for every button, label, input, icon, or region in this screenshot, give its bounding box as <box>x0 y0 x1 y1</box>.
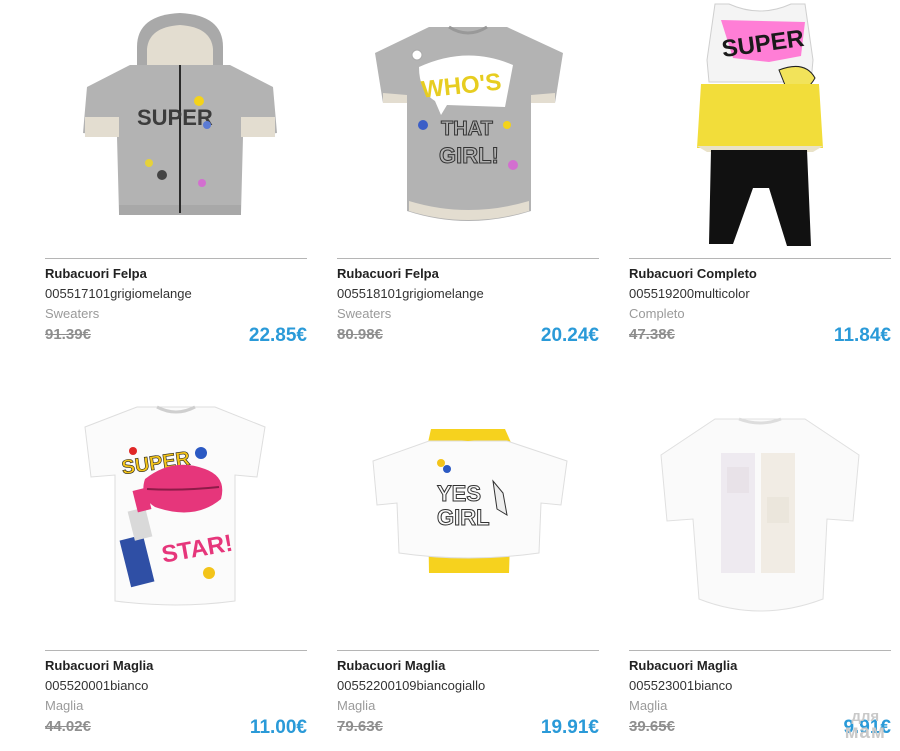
product-card[interactable]: WHO'S THAT GIRL! Rubacuori Felpa 0055181… <box>337 0 599 360</box>
product-image-lips-tshirt[interactable]: SUPER STAR! <box>45 397 307 647</box>
current-price: 11.00€ <box>249 717 307 738</box>
product-brand[interactable]: Rubacuori Maglia <box>45 658 153 673</box>
product-code: 005523001bianco <box>629 678 733 693</box>
product-code: 005520001bianco <box>45 678 149 693</box>
old-price: 47.38€ <box>629 326 675 343</box>
divider <box>45 650 307 651</box>
old-price: 44.02€ <box>45 718 91 735</box>
product-code: 00552200109biancogiallo <box>337 678 486 693</box>
product-brand[interactable]: Rubacuori Completo <box>629 266 757 281</box>
product-card[interactable]: SUPER Rubacuori Completo 005519200multic… <box>629 0 891 360</box>
product-card[interactable]: SUPER STAR! Rubacuori Maglia 005520001bi… <box>45 392 307 751</box>
svg-text:SUPER: SUPER <box>137 105 213 130</box>
divider <box>629 258 891 259</box>
product-brand[interactable]: Rubacuori Felpa <box>45 266 147 281</box>
current-price: 20.24€ <box>540 325 599 346</box>
svg-text:GIRL!: GIRL! <box>439 143 499 168</box>
product-card[interactable]: YES GIRL Rubacuori Maglia 00552200109bia… <box>337 392 599 751</box>
product-card[interactable]: SUPER Rubacuori Felpa 005517101grigiomel… <box>45 0 307 360</box>
svg-text:YES: YES <box>437 481 481 506</box>
old-price: 80.98€ <box>337 326 383 343</box>
current-price: 19.91€ <box>540 717 599 738</box>
watermark: для мам <box>844 709 886 743</box>
product-image-grey-tshirt[interactable]: WHO'S THAT GIRL! <box>337 5 599 255</box>
current-price: 11.84€ <box>833 325 891 346</box>
product-code: 005517101grigiomelange <box>45 286 192 301</box>
product-image-top-and-leggings[interactable]: SUPER <box>629 0 891 250</box>
divider <box>337 650 599 651</box>
old-price: 91.39€ <box>45 326 91 343</box>
product-category: Maglia <box>45 698 84 713</box>
product-image-white-tshirt-back[interactable] <box>629 397 891 647</box>
old-price: 39.65€ <box>629 718 675 735</box>
product-image-yes-girl-tshirt[interactable]: YES GIRL <box>337 397 599 647</box>
product-code: 005519200multicolor <box>629 286 750 301</box>
product-category: Completo <box>629 306 685 321</box>
current-price: 22.85€ <box>248 325 307 346</box>
watermark-line2: мам <box>844 722 886 743</box>
product-card[interactable]: Rubacuori Maglia 005523001bianco Maglia … <box>629 392 891 751</box>
product-category: Sweaters <box>45 306 100 321</box>
product-brand[interactable]: Rubacuori Felpa <box>337 266 439 281</box>
divider <box>45 258 307 259</box>
product-image-grey-hoodie[interactable]: SUPER <box>45 5 307 255</box>
old-price: 79.63€ <box>337 718 383 735</box>
divider <box>629 650 891 651</box>
product-category: Maglia <box>629 698 668 713</box>
product-category: Maglia <box>337 698 376 713</box>
product-grid: SUPER Rubacuori Felpa 005517101grigiomel… <box>0 0 900 751</box>
divider <box>337 258 599 259</box>
svg-text:GIRL: GIRL <box>437 505 490 530</box>
svg-text:THAT: THAT <box>441 118 493 140</box>
product-code: 005518101grigiomelange <box>337 286 484 301</box>
product-category: Sweaters <box>337 306 392 321</box>
product-brand[interactable]: Rubacuori Maglia <box>629 658 737 673</box>
product-brand[interactable]: Rubacuori Maglia <box>337 658 445 673</box>
